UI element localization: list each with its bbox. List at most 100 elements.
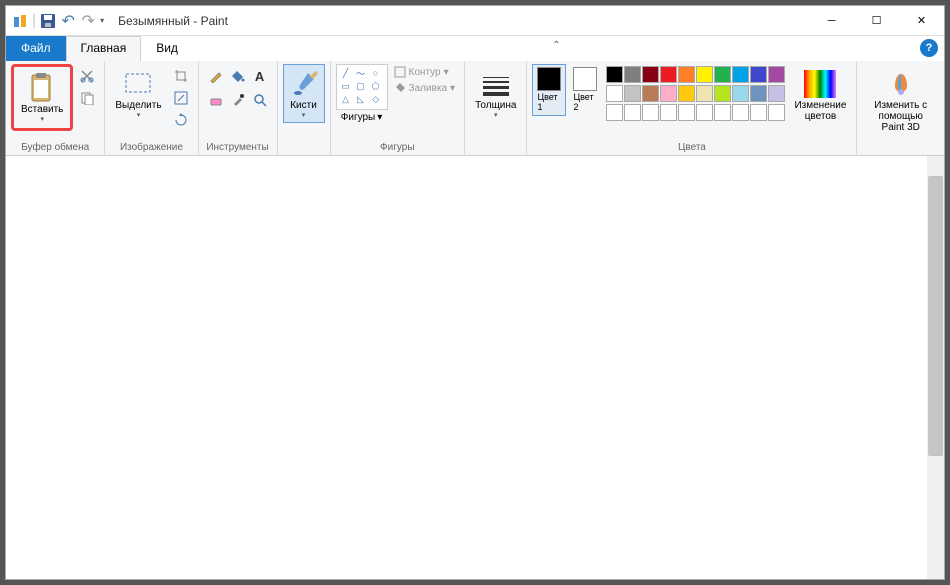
palette-color[interactable] <box>714 104 731 121</box>
palette-color[interactable] <box>660 66 677 83</box>
paint-window: | ↶ ↷ ▾ Безымянный - Paint ─ ☐ ✕ Файл Гл… <box>5 5 945 580</box>
palette-color[interactable] <box>624 104 641 121</box>
tab-file[interactable]: Файл <box>6 36 66 61</box>
group-paint3d: Изменить с помощью Paint 3D <box>857 61 944 155</box>
palette-color[interactable] <box>732 66 749 83</box>
help-icon[interactable]: ? <box>920 39 938 57</box>
minimize-button[interactable]: ─ <box>809 6 854 36</box>
edit-colors-button[interactable]: Изменение цветов <box>789 64 851 126</box>
resize-icon[interactable] <box>171 88 191 108</box>
palette-color[interactable] <box>768 104 785 121</box>
shape-roundrect-icon: ▢ <box>354 80 368 92</box>
palette-color[interactable] <box>714 85 731 102</box>
qat-divider: | <box>32 12 36 30</box>
chevron-down-icon: ▾ <box>494 111 498 119</box>
chevron-down-icon: ▾ <box>137 111 141 119</box>
qat-dropdown-icon[interactable]: ▾ <box>100 16 104 25</box>
crop-icon[interactable] <box>171 66 191 86</box>
palette-color[interactable] <box>624 85 641 102</box>
palette-color[interactable] <box>750 66 767 83</box>
size-button[interactable]: Толщина ▾ <box>470 64 521 123</box>
color2-button[interactable]: Цвет 2 <box>568 64 602 116</box>
palette-color[interactable] <box>750 85 767 102</box>
canvas[interactable] <box>6 156 944 579</box>
cut-icon[interactable] <box>77 66 97 86</box>
palette-color[interactable] <box>732 85 749 102</box>
paste-button[interactable]: Вставить ▾ <box>16 68 68 127</box>
magnifier-icon[interactable] <box>250 90 270 110</box>
size-label: Толщина <box>475 100 516 111</box>
shapes-gallery[interactable]: ╱ ～ ○ ▭ ▢ ⬠ △ ◺ ◇ <box>336 64 388 110</box>
shape-tri-icon: △ <box>339 93 353 105</box>
fill-icon[interactable] <box>228 66 248 86</box>
eyedropper-icon[interactable] <box>228 90 248 110</box>
palette-color[interactable] <box>750 104 767 121</box>
shapes-options: Контур ▾ Заливка ▾ <box>390 64 460 96</box>
text-icon[interactable]: A <box>250 66 270 86</box>
shapes-label[interactable]: Фигуры▾ <box>341 110 383 123</box>
outline-button[interactable]: Контур ▾ <box>394 66 456 78</box>
color1-swatch <box>537 67 561 91</box>
copy-icon[interactable] <box>77 88 97 108</box>
close-button[interactable]: ✕ <box>899 6 944 36</box>
palette-color[interactable] <box>642 104 659 121</box>
palette-color[interactable] <box>606 104 623 121</box>
paint3d-label: Изменить с помощью Paint 3D <box>867 100 934 133</box>
palette-color[interactable] <box>678 66 695 83</box>
color1-label: Цвет 1 <box>537 93 561 113</box>
chevron-down-icon: ▾ <box>302 111 306 119</box>
palette-color[interactable] <box>660 104 677 121</box>
group-shapes: ╱ ～ ○ ▭ ▢ ⬠ △ ◺ ◇ Фигуры▾ Контур ▾ Залив… <box>331 61 466 155</box>
tab-view[interactable]: Вид <box>141 36 193 61</box>
tab-home[interactable]: Главная <box>66 36 142 61</box>
palette-color[interactable] <box>768 66 785 83</box>
shape-poly-icon: ⬠ <box>369 80 383 92</box>
palette-color[interactable] <box>660 85 677 102</box>
collapse-ribbon-icon[interactable]: ⌃ <box>544 36 568 61</box>
palette-color[interactable] <box>768 85 785 102</box>
undo-icon[interactable]: ↶ <box>60 13 76 29</box>
clipboard-group-label: Буфер обмена <box>11 141 99 154</box>
select-button[interactable]: Выделить ▾ <box>110 64 166 123</box>
select-icon <box>122 68 154 100</box>
paint3d-button[interactable]: Изменить с помощью Paint 3D <box>862 64 939 137</box>
brushes-button[interactable]: Кисти ▾ <box>283 64 325 123</box>
save-icon[interactable] <box>40 13 56 29</box>
brush-icon <box>288 68 320 100</box>
palette-color[interactable] <box>642 66 659 83</box>
ribbon: Вставить ▾ Буфер обмена Выделить <box>6 61 944 156</box>
group-size: Толщина ▾ <box>465 61 527 155</box>
palette-color[interactable] <box>696 85 713 102</box>
thickness-icon <box>480 68 512 100</box>
color-palette <box>604 64 787 123</box>
fill-button[interactable]: Заливка ▾ <box>394 82 456 94</box>
maximize-button[interactable]: ☐ <box>854 6 899 36</box>
palette-color[interactable] <box>696 104 713 121</box>
quick-access-toolbar: | ↶ ↷ ▾ <box>6 12 110 30</box>
palette-color[interactable] <box>624 66 641 83</box>
palette-color[interactable] <box>606 85 623 102</box>
scrollbar-thumb[interactable] <box>928 176 943 456</box>
shape-rtri-icon: ◺ <box>354 93 368 105</box>
palette-color[interactable] <box>732 104 749 121</box>
palette-color[interactable] <box>678 104 695 121</box>
palette-row-1 <box>606 66 785 83</box>
palette-row-3 <box>606 104 785 121</box>
eraser-icon[interactable] <box>206 90 226 110</box>
clipboard-icon <box>26 72 58 104</box>
palette-color[interactable] <box>696 66 713 83</box>
redo-icon[interactable]: ↷ <box>80 13 96 29</box>
shape-diamond-icon: ◇ <box>369 93 383 105</box>
color1-button[interactable]: Цвет 1 <box>532 64 566 116</box>
vertical-scrollbar[interactable] <box>927 156 944 579</box>
color2-swatch <box>573 67 597 91</box>
rotate-icon[interactable] <box>171 110 191 130</box>
palette-color[interactable] <box>606 66 623 83</box>
palette-color[interactable] <box>678 85 695 102</box>
tools-grid: A <box>204 64 272 112</box>
pencil-icon[interactable] <box>206 66 226 86</box>
brushes-group-label <box>283 152 325 154</box>
palette-color[interactable] <box>714 66 731 83</box>
palette-color[interactable] <box>642 85 659 102</box>
shape-oval-icon: ○ <box>369 67 383 79</box>
